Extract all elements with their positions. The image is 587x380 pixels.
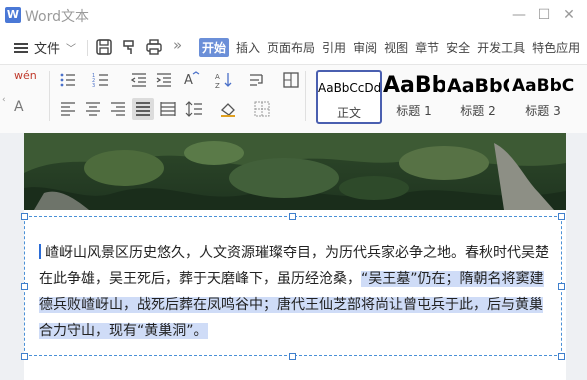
distributed-align-icon[interactable] xyxy=(159,100,177,118)
minimize-button[interactable]: — xyxy=(508,4,530,26)
format-painter-icon[interactable] xyxy=(120,38,138,56)
style-label: 标题 1 xyxy=(396,104,432,118)
divider xyxy=(87,40,88,56)
maximize-button[interactable]: ☐ xyxy=(533,4,555,26)
tab-page-layout[interactable]: 页面布局 xyxy=(267,38,315,57)
resize-handle-bottom-left[interactable] xyxy=(21,353,28,360)
resize-handle-top[interactable] xyxy=(289,213,296,220)
decrease-indent-icon[interactable] xyxy=(130,71,148,89)
resize-handle-bottom-right[interactable] xyxy=(558,353,565,360)
mountain-landscape-photo[interactable] xyxy=(24,133,566,210)
styles-gallery: AaBbCcDd 正文 AaBb 标题 1 AaBbC 标题 2 AaBbC 标… xyxy=(313,70,587,124)
tab-view[interactable]: 视图 xyxy=(384,38,408,57)
resize-handle-right[interactable] xyxy=(558,283,565,290)
divider xyxy=(49,71,50,121)
ribbon-tabs: 开始 插入 页面布局 引用 审阅 视图 章节 安全 开发工具 特色应用 xyxy=(199,38,587,57)
file-menu-label: 文件 xyxy=(34,42,61,57)
style-sample: AaBb xyxy=(383,73,445,98)
svg-text:A: A xyxy=(215,73,220,81)
line-spacing-icon[interactable] xyxy=(185,100,203,118)
align-right-icon[interactable] xyxy=(109,100,127,118)
tab-security[interactable]: 安全 xyxy=(446,38,470,57)
close-button[interactable]: ✕ xyxy=(558,4,580,26)
svg-text:A: A xyxy=(184,73,193,88)
resize-handle-left[interactable] xyxy=(21,283,28,290)
font-glyph: A xyxy=(14,99,24,115)
svg-text:3: 3 xyxy=(92,83,95,89)
file-menu-button[interactable]: 文件 ﹀ xyxy=(14,38,76,57)
body-paragraph[interactable]: 嵖岈山风景区历史悠久，人文资源璀璨夺目，为历代兵家必争之地。春秋时代吴楚在此争雄… xyxy=(39,240,549,344)
menu-bar: 文件 ﹀ » 开始 插入 页面布局 引用 审阅 视图 章节 安全 开发工具 特色… xyxy=(0,30,587,64)
align-left-icon[interactable] xyxy=(59,100,77,118)
style-sample: AaBbCcDd xyxy=(318,81,380,95)
justify-button[interactable] xyxy=(132,98,154,120)
chevron-down-icon: ﹀ xyxy=(66,44,77,55)
increase-indent-icon[interactable] xyxy=(155,71,173,89)
pinyin-glyph: wén xyxy=(14,69,37,82)
ribbon-scroll-left-icon[interactable]: ‹ xyxy=(2,95,6,105)
title-bar: W Word文本 — ☐ ✕ xyxy=(0,0,587,30)
style-label: 标题 3 xyxy=(525,104,561,118)
style-label: 正文 xyxy=(336,106,361,120)
ribbon-home: ‹ wén A 123 A AZ AaBbCcDd 正文 AaBb 标题 1 A… xyxy=(0,64,587,134)
style-heading-2[interactable]: AaBbC 标题 2 xyxy=(447,70,509,120)
borders-icon[interactable] xyxy=(253,100,271,118)
resize-handle-top-right[interactable] xyxy=(558,213,565,220)
window-title: Word文本 xyxy=(25,9,89,25)
divider xyxy=(305,71,306,121)
style-sample: AaBbC xyxy=(447,75,509,97)
svg-text:Z: Z xyxy=(215,82,220,89)
save-icon[interactable] xyxy=(95,38,113,56)
print-icon[interactable] xyxy=(145,38,163,56)
tab-section[interactable]: 章节 xyxy=(415,38,439,57)
character-border-icon[interactable]: A xyxy=(14,99,24,115)
pinyin-guide-icon[interactable]: wén xyxy=(14,69,37,82)
tab-home[interactable]: 开始 xyxy=(199,38,230,57)
shading-icon[interactable] xyxy=(219,100,237,118)
tab-insert[interactable]: 插入 xyxy=(236,38,260,57)
tab-special-apps[interactable]: 特色应用 xyxy=(532,38,580,57)
table-border-icon[interactable] xyxy=(282,71,300,89)
resize-handle-bottom[interactable] xyxy=(289,353,296,360)
resize-handle-top-left[interactable] xyxy=(21,213,28,220)
tab-review[interactable]: 审阅 xyxy=(353,38,377,57)
tab-developer[interactable]: 开发工具 xyxy=(477,38,525,57)
page-margin-right xyxy=(566,133,587,380)
page-margin-left xyxy=(0,133,24,380)
more-toolbar-icon[interactable]: » xyxy=(173,36,182,54)
align-justify-icon xyxy=(136,102,150,116)
line-break-icon[interactable] xyxy=(248,71,266,89)
style-heading-3[interactable]: AaBbC 标题 3 xyxy=(512,70,574,120)
wps-writer-logo-icon: W xyxy=(5,7,21,23)
style-sample: AaBbC xyxy=(512,76,574,96)
style-normal[interactable]: AaBbCcDd 正文 xyxy=(316,70,382,124)
bullet-list-icon[interactable] xyxy=(59,71,77,89)
style-heading-1[interactable]: AaBb 标题 1 xyxy=(383,70,445,120)
hamburger-icon xyxy=(14,42,28,53)
numbered-list-icon[interactable]: 123 xyxy=(92,71,110,89)
text-cursor xyxy=(39,244,41,259)
chinese-layout-icon[interactable]: A xyxy=(183,70,201,88)
style-label: 标题 2 xyxy=(460,104,496,118)
sort-icon[interactable]: AZ xyxy=(215,71,233,89)
align-center-icon[interactable] xyxy=(84,100,102,118)
tab-references[interactable]: 引用 xyxy=(322,38,346,57)
